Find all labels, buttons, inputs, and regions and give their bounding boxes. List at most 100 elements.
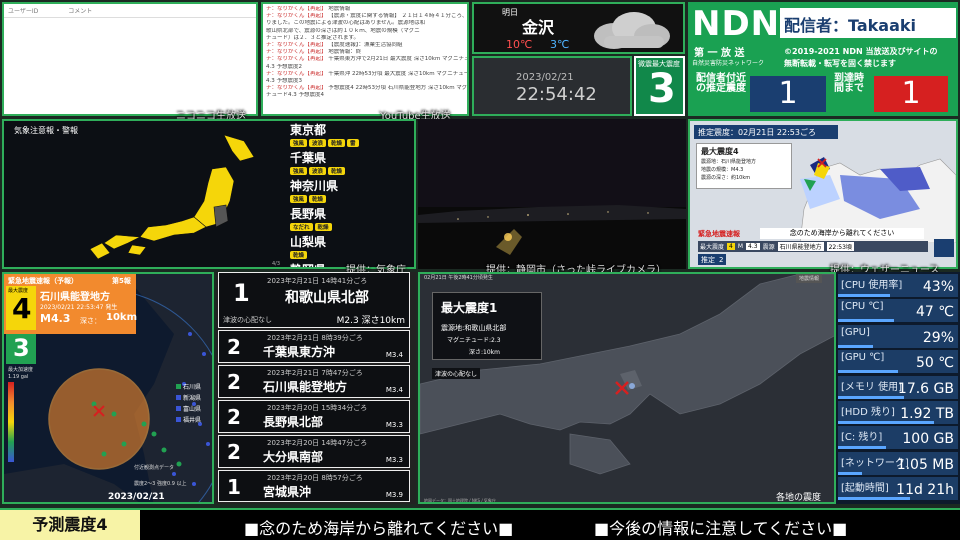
warning-chip: 波浪 <box>309 167 327 175</box>
comment-header: ユーザーID コメント <box>4 4 256 18</box>
comment-author: ナ：なりかくん【再起】 <box>266 13 327 20</box>
station-name: 石川県 <box>183 384 202 391</box>
ndn-panel: NDN 配信者：Takaaki 第 一 放 送 自然災害防災ネットワーク ©20… <box>688 2 958 116</box>
stat-label: [GPU] <box>841 326 870 338</box>
stat-label: [CPU 使用率] <box>841 280 903 291</box>
wn-row-mag-val: 4.3 <box>746 243 760 250</box>
system-stat: [メモリ 使用] 17.6 GB <box>838 375 958 400</box>
quake-datetime: 2023年2月20日 15時34分ごろ <box>267 404 368 412</box>
wn-row-int: 4 <box>727 243 735 250</box>
quake-place: 千葉県東方沖 <box>263 345 336 359</box>
quake-place: 和歌山県北部 <box>285 290 369 306</box>
wn-alert-label: 緊急地震速報 <box>698 230 740 238</box>
stat-value: 17.6 GB <box>897 380 954 397</box>
stat-value: 29% <box>922 329 954 346</box>
eew-station: 福井県 <box>176 415 201 424</box>
eew-report: 第5報 <box>112 277 131 285</box>
warning-chips: 乾燥 <box>290 251 410 259</box>
wn-row-place: 石川県能登地方 <box>777 242 824 251</box>
eew-station: 富山県 <box>176 404 201 413</box>
youtube-comment: ナ：なりかくん【再起】 予想震度4 22時53分頃 石川県能登地方 深さ10km… <box>263 85 467 92</box>
quake-intensity: 1 <box>233 279 250 307</box>
stat-bar <box>838 370 898 374</box>
warning-chip: 強風 <box>290 195 308 203</box>
quake-list-item[interactable]: 1 2023年2月20日 8時57分ごろ 宮城県沖 M3.9 <box>218 470 410 502</box>
arrival-label: 到達時間まで <box>834 73 864 94</box>
eew-mag: M4.3 <box>40 312 71 325</box>
stat-bar <box>838 294 890 297</box>
comment-text: 4.3 予想震度2 <box>266 63 302 70</box>
estimated-header: 推定震度：02月21日 22:53ごろ <box>694 125 838 139</box>
youtube-comment: 歌山県北部で、震源の深さは約１０ｋｍ、地震の規模（マグニ <box>263 28 467 35</box>
eew-max-box: 最大震度 4 <box>6 286 36 330</box>
wn-row-src: 震源 <box>762 244 775 251</box>
comment-text: 4.3 予想震度3 <box>266 78 302 85</box>
comment-author: ナ：なりかくん【再起】 <box>266 6 327 12</box>
seismic-value: 3 <box>648 66 676 112</box>
quake-intensity: 2 <box>227 405 241 429</box>
youtube-comment: 4.3 予想震度2 <box>263 64 467 71</box>
niconico-comment-panel: ユーザーID コメント <box>2 2 258 116</box>
intensity-scale <box>8 382 14 462</box>
column-comment: コメント <box>68 8 93 15</box>
system-stat: [ネットワーク] 1.05 MB <box>838 451 958 476</box>
stat-label: [メモリ 使用] <box>841 381 902 393</box>
quake-list-item[interactable]: 2 2023年2月20日 14時47分ごろ 大分県南部 M3.3 <box>218 435 410 468</box>
youtube-comment: ナ：なりかくん【再起】 千葉県沖 22時53分頃 最大震度 深さ10km マグニ… <box>263 71 467 78</box>
clock-time: 22:54:42 <box>516 84 597 105</box>
station-color-swatch <box>176 384 181 389</box>
warning-chip: なだれ <box>290 223 313 231</box>
system-stat: [起動時間] 11d 21h <box>838 477 958 502</box>
ticker-label: 予測震度4 <box>0 510 140 540</box>
youtube-comment: ナ：なりかくん【再起】 地震情報：終 <box>263 49 467 56</box>
warning-prefecture-list: 東京都 強風 波浪 乾燥雷千葉県 強風 波浪 乾燥 神奈川県 強風 乾燥 長野県 なだれ 乾燥 山梨県 乾燥… <box>290 121 410 267</box>
comment-text: チュード）は２．３と推定されます。 <box>266 34 359 41</box>
stat-value: 100 GB <box>902 431 954 448</box>
clock-panel: 2023/02/21 22:54:42 <box>472 56 632 116</box>
quake-map-tab[interactable]: 地震情報 <box>796 274 823 283</box>
comment-text: 地震情報 <box>328 6 351 12</box>
quake-map-depth: 深さ:10km <box>469 349 500 356</box>
eew-accel-value: 1.19 gal <box>8 374 29 380</box>
eew-place: 石川県能登地方 <box>40 292 110 303</box>
warning-chips: なだれ 乾燥 <box>290 223 410 231</box>
stat-value: 50 ℃ <box>916 355 954 372</box>
wn-info-box: 最大震度4 震源地：石川県能登地方 地震の規模：M4.3 震源の深さ：約10km <box>696 143 792 189</box>
weathernews-panel: 推定震度：02月21日 22:53ごろ 最大震度4 震源地：石川県能登地方 地震… <box>688 119 958 269</box>
station-color-swatch <box>176 417 181 422</box>
warning-map-page: 4/3 <box>272 261 281 267</box>
warning-chip: 乾燥 <box>328 167 346 175</box>
ndn-logo: NDN <box>692 4 781 44</box>
quake-list-item[interactable]: 2 2023年2月21日 8時39分ごろ 千葉県東方沖 M3.4 <box>218 330 410 363</box>
stat-label: [HDD 残り] <box>841 407 895 418</box>
warning-map-panel: 気象注意報・警報 東京都 強風 波浪 乾燥雷千葉県 強風 波浪 乾燥 神奈川県 強風 乾燥 長野県な… <box>2 119 416 269</box>
eew-depth-value: 10km <box>106 312 137 323</box>
comment-author: ナ：なりかくん【再起】 <box>266 70 327 77</box>
broadcaster-name: 配信者：Takaaki <box>780 8 956 38</box>
quake-map-tsunami: 津波の心配なし <box>432 368 481 379</box>
quake-magnitude: M3.3 <box>385 421 403 429</box>
comment-text: 歌山県北部で、震源の深さは約１０ｋｍ、地震の規模（マグニ <box>266 27 420 34</box>
stat-bar <box>838 319 894 323</box>
wn-est-row: 推定 2 <box>698 254 727 265</box>
comment-text: 【震源・震度に関する情報】 ２１日１４時４１分ごろ、地震があ <box>328 13 467 20</box>
quake-place: 大分県南部 <box>263 450 324 464</box>
eew-station: 石川県 <box>176 382 201 391</box>
warning-chips: 強風 波浪 乾燥 <box>290 167 410 175</box>
quake-list-item[interactable]: 1 2023年2月21日 14時41分ごろ 和歌山県北部 津波の心配なし M2.3 深さ… <box>218 272 410 328</box>
quake-list-item[interactable]: 2 2023年2月20日 15時34分ごろ 長野県北部 M3.3 <box>218 400 410 433</box>
near-intensity-value: 1 <box>750 76 826 112</box>
quake-list-item[interactable]: 2 2023年2月21日 7時47分ごろ 石川県能登地方 M3.4 <box>218 365 410 398</box>
copyright-line-1: ©2019-2021 NDN 当放送及びサイトの <box>784 47 938 56</box>
stat-bar <box>838 421 934 424</box>
quake-datetime: 2023年2月20日 8時57分ごろ <box>267 474 363 482</box>
system-stat: [CPU ℃] 47 ℃ <box>838 299 958 324</box>
weather-day-label: 明日 <box>502 8 518 17</box>
quake-tsunami-note: 津波の心配なし <box>223 316 272 324</box>
quake-magnitude: M3.4 <box>385 386 403 394</box>
youtube-comment: チュード4.3 予想震度4 <box>263 92 467 99</box>
warning-chips: 強風 波浪 乾燥雷 <box>290 139 410 147</box>
stat-value: 1.92 TB <box>900 406 954 422</box>
youtube-comment: ナ：なりかくん【再起】 地震情報 <box>263 6 467 13</box>
quake-intensity: 2 <box>227 440 241 464</box>
